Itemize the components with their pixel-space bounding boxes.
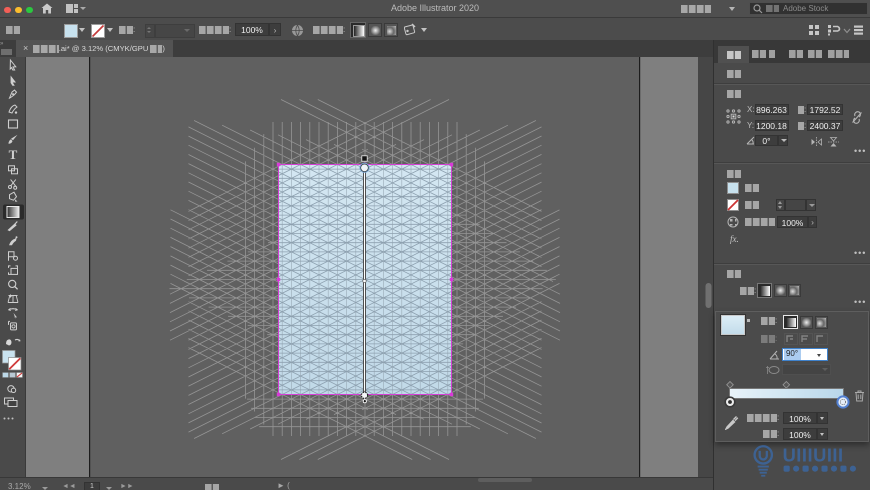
svg-text:UIIIUIII: UIIIUIII <box>783 445 844 466</box>
svg-text:T: T <box>9 147 18 162</box>
